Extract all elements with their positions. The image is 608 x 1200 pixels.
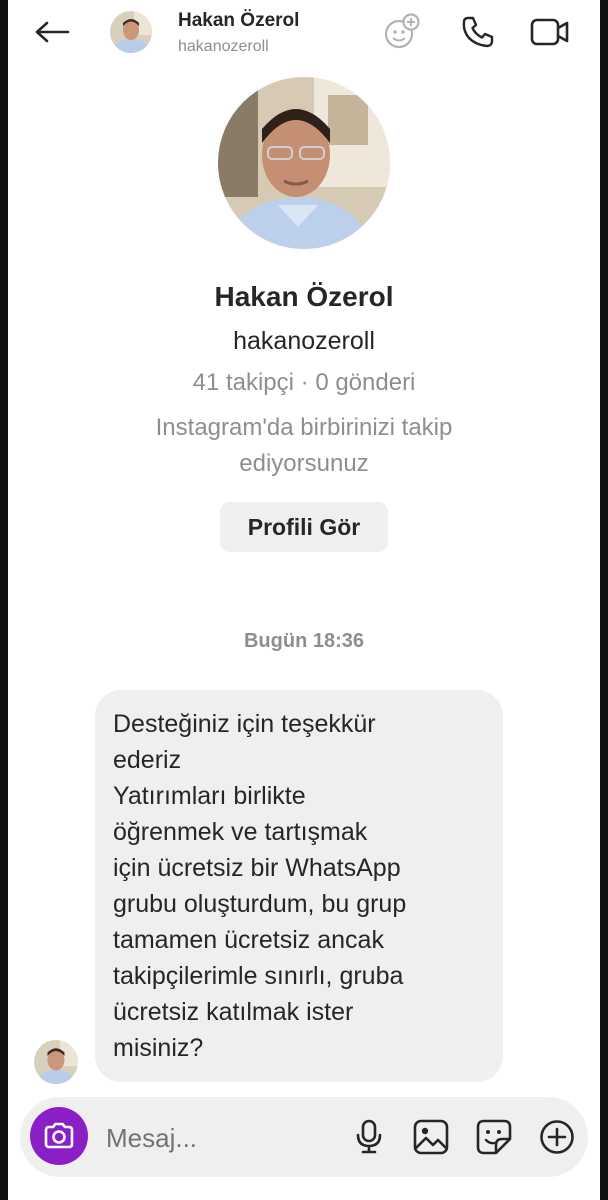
avatar-photo: [110, 11, 152, 53]
screen-edge-right: [600, 0, 608, 1200]
phone-icon: [462, 16, 494, 48]
avatar-photo: [34, 1040, 78, 1084]
view-profile-button[interactable]: Profili Gör: [220, 502, 388, 552]
sticker-icon: [476, 1119, 512, 1155]
header-username[interactable]: hakanozeroll: [178, 38, 269, 56]
profile-avatar[interactable]: [218, 77, 390, 249]
chat-header: Hakan Özerol hakanozeroll: [8, 0, 600, 64]
voice-call-button[interactable]: [458, 12, 498, 52]
gallery-icon: [413, 1119, 449, 1155]
header-avatar[interactable]: [110, 11, 152, 53]
camera-button[interactable]: [30, 1107, 88, 1165]
chat-screen: Hakan Özerol hakanozeroll Hakan Özerol h…: [8, 0, 600, 1200]
gallery-button[interactable]: [409, 1115, 453, 1159]
message-composer: [20, 1097, 588, 1177]
mutual-follow-text: Instagram'da birbirinizi takip ediyorsun…: [155, 414, 453, 477]
back-button[interactable]: [30, 12, 74, 52]
effects-icon: [384, 13, 420, 49]
profile-name: Hakan Özerol: [214, 281, 394, 312]
plus-icon: [540, 1120, 574, 1154]
more-options-button[interactable]: [535, 1115, 579, 1159]
video-camera-icon: [530, 18, 569, 46]
message-timestamp: Bugün 18:36: [243, 630, 365, 652]
message-input[interactable]: [104, 1117, 328, 1159]
back-arrow-icon: [35, 21, 70, 43]
camera-icon: [44, 1122, 74, 1149]
profile-stats: 41 takipçi · 0 gönderi: [192, 369, 416, 396]
message-sender-avatar[interactable]: [34, 1040, 78, 1084]
voice-message-button[interactable]: [347, 1115, 391, 1159]
profile-username: hakanozeroll: [233, 327, 375, 355]
sticker-button[interactable]: [472, 1115, 516, 1159]
profile-photo: [218, 77, 390, 249]
message-bubble[interactable]: Desteğiniz için teşekkür ederiz Yatırıml…: [95, 690, 503, 1082]
effects-button[interactable]: [382, 12, 422, 52]
video-call-button[interactable]: [530, 12, 570, 52]
screen-edge-left: [0, 0, 8, 1200]
header-name[interactable]: Hakan Özerol: [178, 10, 299, 32]
microphone-icon: [356, 1119, 382, 1154]
